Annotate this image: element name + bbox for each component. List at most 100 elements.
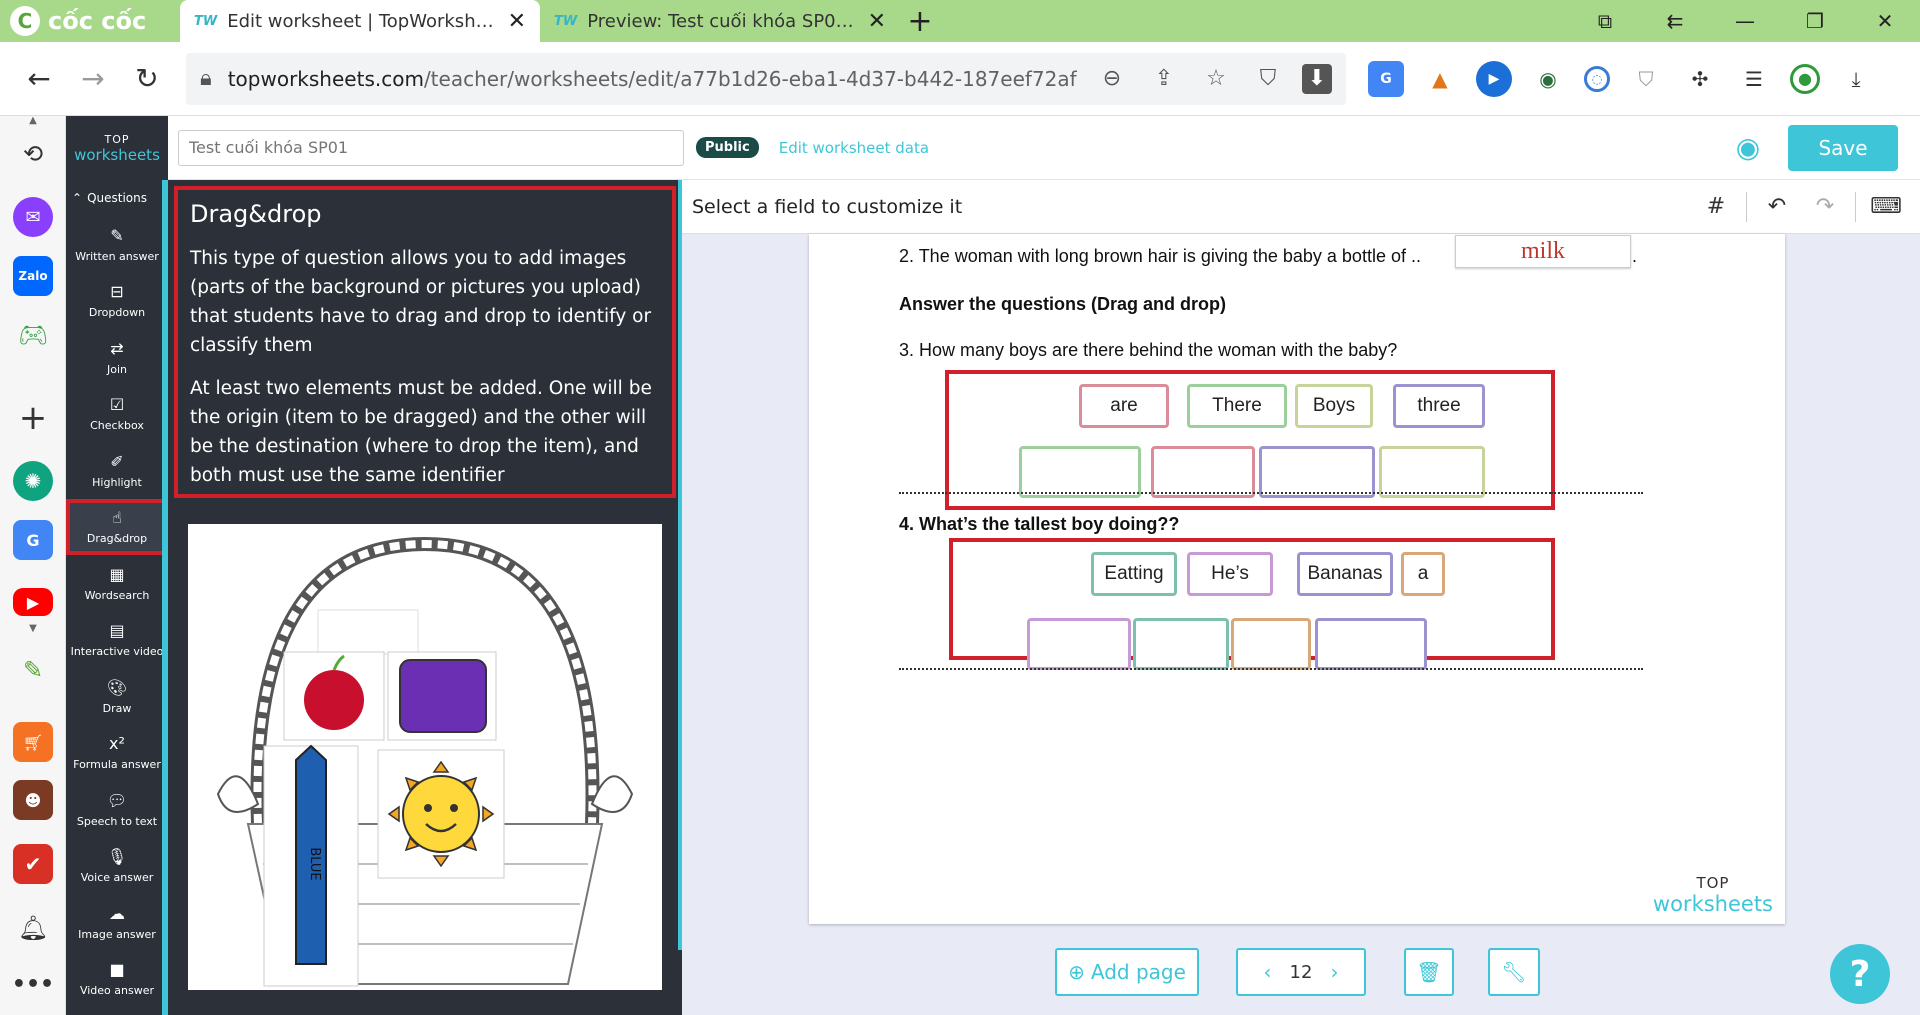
youtube-icon[interactable]: ▶ <box>13 588 53 616</box>
url-input[interactable]: 🔒︎ topworksheets.com/teacher/worksheets/… <box>186 52 1346 105</box>
drag-word-eatting[interactable]: Eatting <box>1091 552 1177 596</box>
sidebar-item-wordsearch[interactable]: ▦ Wordsearch <box>66 555 168 612</box>
downloads-icon[interactable]: ⤓ <box>1838 61 1874 97</box>
browser-brand[interactable]: C cốc cốc <box>0 0 180 42</box>
sidebar-item-highlight[interactable]: ✐ Highlight <box>66 442 168 499</box>
restore-icon[interactable]: ❐ <box>1780 9 1850 33</box>
network-icon[interactable]: ◉ <box>1530 61 1566 97</box>
messenger-icon[interactable]: ✉ <box>13 197 53 237</box>
keyboard-icon[interactable]: ⌨ <box>1862 194 1910 219</box>
sidebar-item-draw[interactable]: 🎨︎ Draw <box>66 668 168 725</box>
sidebar-item-video-answer[interactable]: ■ Video answer <box>66 951 168 1008</box>
sidebar-item-dragdrop[interactable]: ☝ Drag&drop <box>66 498 168 555</box>
game-controller-icon[interactable]: 🎮︎ <box>13 315 53 355</box>
drag-word-bananas[interactable]: Bananas <box>1297 552 1393 596</box>
drag-word-are[interactable]: are <box>1079 384 1169 428</box>
highlight-icon: ✐ <box>110 451 124 471</box>
page-number: 12 <box>1289 961 1313 983</box>
forward-icon[interactable]: → <box>66 62 120 95</box>
drag-word-hes[interactable]: He’s <box>1187 552 1273 596</box>
drop-slot[interactable] <box>1151 446 1255 498</box>
tasks-icon[interactable]: ✔ <box>13 844 53 884</box>
profile-icon[interactable]: ● <box>1790 63 1820 94</box>
drag-word-a[interactable]: a <box>1401 552 1445 596</box>
scroll-down-icon[interactable]: ▼ <box>13 620 53 636</box>
player-icon[interactable]: ▶ <box>1476 60 1512 97</box>
shopping-icon[interactable]: 🛒︎ <box>13 722 53 762</box>
translate-icon[interactable]: G <box>13 520 53 560</box>
drag-word-there[interactable]: There <box>1187 384 1287 428</box>
topworksheets-logo[interactable]: TOP worksheets <box>66 116 168 180</box>
share-icon[interactable]: ⇪ <box>1146 66 1182 91</box>
delete-page-button[interactable]: 🗑︎ <box>1404 948 1454 996</box>
zoom-out-icon[interactable]: ⊖ <box>1094 66 1130 91</box>
zalo-icon[interactable]: Zalo <box>13 256 53 296</box>
drop-slot[interactable] <box>1259 446 1375 498</box>
new-tab-button[interactable]: + <box>900 0 940 42</box>
worksheet-title-input[interactable] <box>178 129 684 166</box>
drag-word-three[interactable]: three <box>1393 384 1485 428</box>
sidebar-item-voice-answer[interactable]: 🎙︎ Voice answer <box>66 838 168 895</box>
download-page-icon[interactable]: ⬇ <box>1302 63 1332 94</box>
drop-slot[interactable] <box>1379 446 1485 498</box>
close-tab-icon[interactable]: ✕ <box>508 9 526 34</box>
drop-slot[interactable] <box>1027 618 1131 670</box>
answer-line <box>1551 492 1643 494</box>
back-forward-icon[interactable]: ⇇ <box>1640 9 1710 33</box>
questions-section-header[interactable]: ⌃ Questions <box>66 180 168 216</box>
scroll-up-icon[interactable]: ▲ <box>13 112 53 128</box>
chatgpt-icon[interactable]: ✺ <box>13 461 53 501</box>
add-page-button[interactable]: ⊕ Add page <box>1055 948 1199 996</box>
game-avatar-icon[interactable]: ☻ <box>13 780 53 820</box>
chevron-right-icon[interactable]: › <box>1330 960 1338 984</box>
help-button[interactable]: ? <box>1830 944 1890 1004</box>
edit-worksheet-data-link[interactable]: Edit worksheet data <box>779 139 929 157</box>
drop-slot[interactable] <box>1019 446 1141 498</box>
sidebar-item-interactive-video[interactable]: ▤ Interactive video <box>66 612 168 669</box>
save-button[interactable]: Save <box>1788 124 1898 171</box>
tools-icon[interactable]: ✎ <box>13 650 53 690</box>
sidebar-item-dropdown[interactable]: ⊟ Dropdown <box>66 273 168 330</box>
sidebar-item-image-answer[interactable]: ☁ Image answer <box>66 894 168 951</box>
notifications-bell-icon[interactable]: 🔔︎ <box>13 908 53 948</box>
extension-bar: G ▲ ▶ ◉ ◌ ⛉ ✣ ☰ ● ⤓ <box>1368 60 1874 97</box>
drop-slot[interactable] <box>1133 618 1229 670</box>
sidebar-item-formula-answer[interactable]: x² Formula answer <box>66 725 168 782</box>
close-tab-icon[interactable]: ✕ <box>868 9 886 34</box>
lock-icon[interactable]: 🔒︎ <box>200 66 212 91</box>
hash-button[interactable]: # <box>1692 194 1740 219</box>
shield-icon[interactable]: ⛉ <box>1250 66 1286 91</box>
back-icon[interactable]: ← <box>12 62 66 95</box>
screen-capture-icon[interactable]: ⧉ <box>1570 9 1640 33</box>
tab-preview[interactable]: TW Preview: Test cuối khóa SP01 | TopWor… <box>540 0 900 42</box>
google-translate-icon[interactable]: G <box>1368 60 1404 97</box>
privacy-shield-icon[interactable]: ⛉ <box>1628 61 1664 97</box>
tab-edit-worksheet[interactable]: TW Edit worksheet | TopWorksheets ✕ <box>180 0 540 42</box>
more-options-icon[interactable]: ••• <box>12 964 54 1004</box>
reload-icon[interactable]: ↻ <box>120 62 174 95</box>
star-icon[interactable]: ☆ <box>1198 66 1234 91</box>
public-badge[interactable]: Public <box>696 137 759 158</box>
metamask-icon[interactable]: ▲ <box>1422 61 1458 97</box>
answer-field-milk[interactable]: milk <box>1455 235 1631 268</box>
extensions-puzzle-icon[interactable]: ✣ <box>1682 61 1718 97</box>
undo-icon[interactable]: ↶ <box>1753 194 1801 219</box>
minimize-icon[interactable]: — <box>1710 9 1780 33</box>
reading-list-icon[interactable]: ☰ <box>1736 61 1772 97</box>
sidebar-item-join[interactable]: ⇄ Join <box>66 329 168 386</box>
sidebar-item-checkbox[interactable]: ☑ Checkbox <box>66 386 168 443</box>
sidebar-item-written-answer[interactable]: ✎ Written answer <box>66 216 168 273</box>
close-window-icon[interactable]: ✕ <box>1850 9 1920 33</box>
page-settings-button[interactable]: 🔧︎ <box>1488 948 1540 996</box>
drop-slot[interactable] <box>1231 618 1311 670</box>
preview-eye-icon[interactable]: ◉ <box>1718 131 1778 164</box>
drag-word-boys[interactable]: Boys <box>1295 384 1373 428</box>
history-icon[interactable]: ⟲ <box>13 134 53 174</box>
sidebar-item-speech-to-text[interactable]: 💬︎ Speech to text <box>66 781 168 838</box>
drop-slot[interactable] <box>1315 618 1427 670</box>
chevron-left-icon[interactable]: ‹ <box>1264 960 1272 984</box>
sync-icon[interactable]: ◌ <box>1584 65 1610 92</box>
mic-icon: 🎙︎ <box>106 847 128 867</box>
redo-icon[interactable]: ↷ <box>1801 194 1849 219</box>
add-sidebar-app-icon[interactable]: + <box>13 398 53 438</box>
